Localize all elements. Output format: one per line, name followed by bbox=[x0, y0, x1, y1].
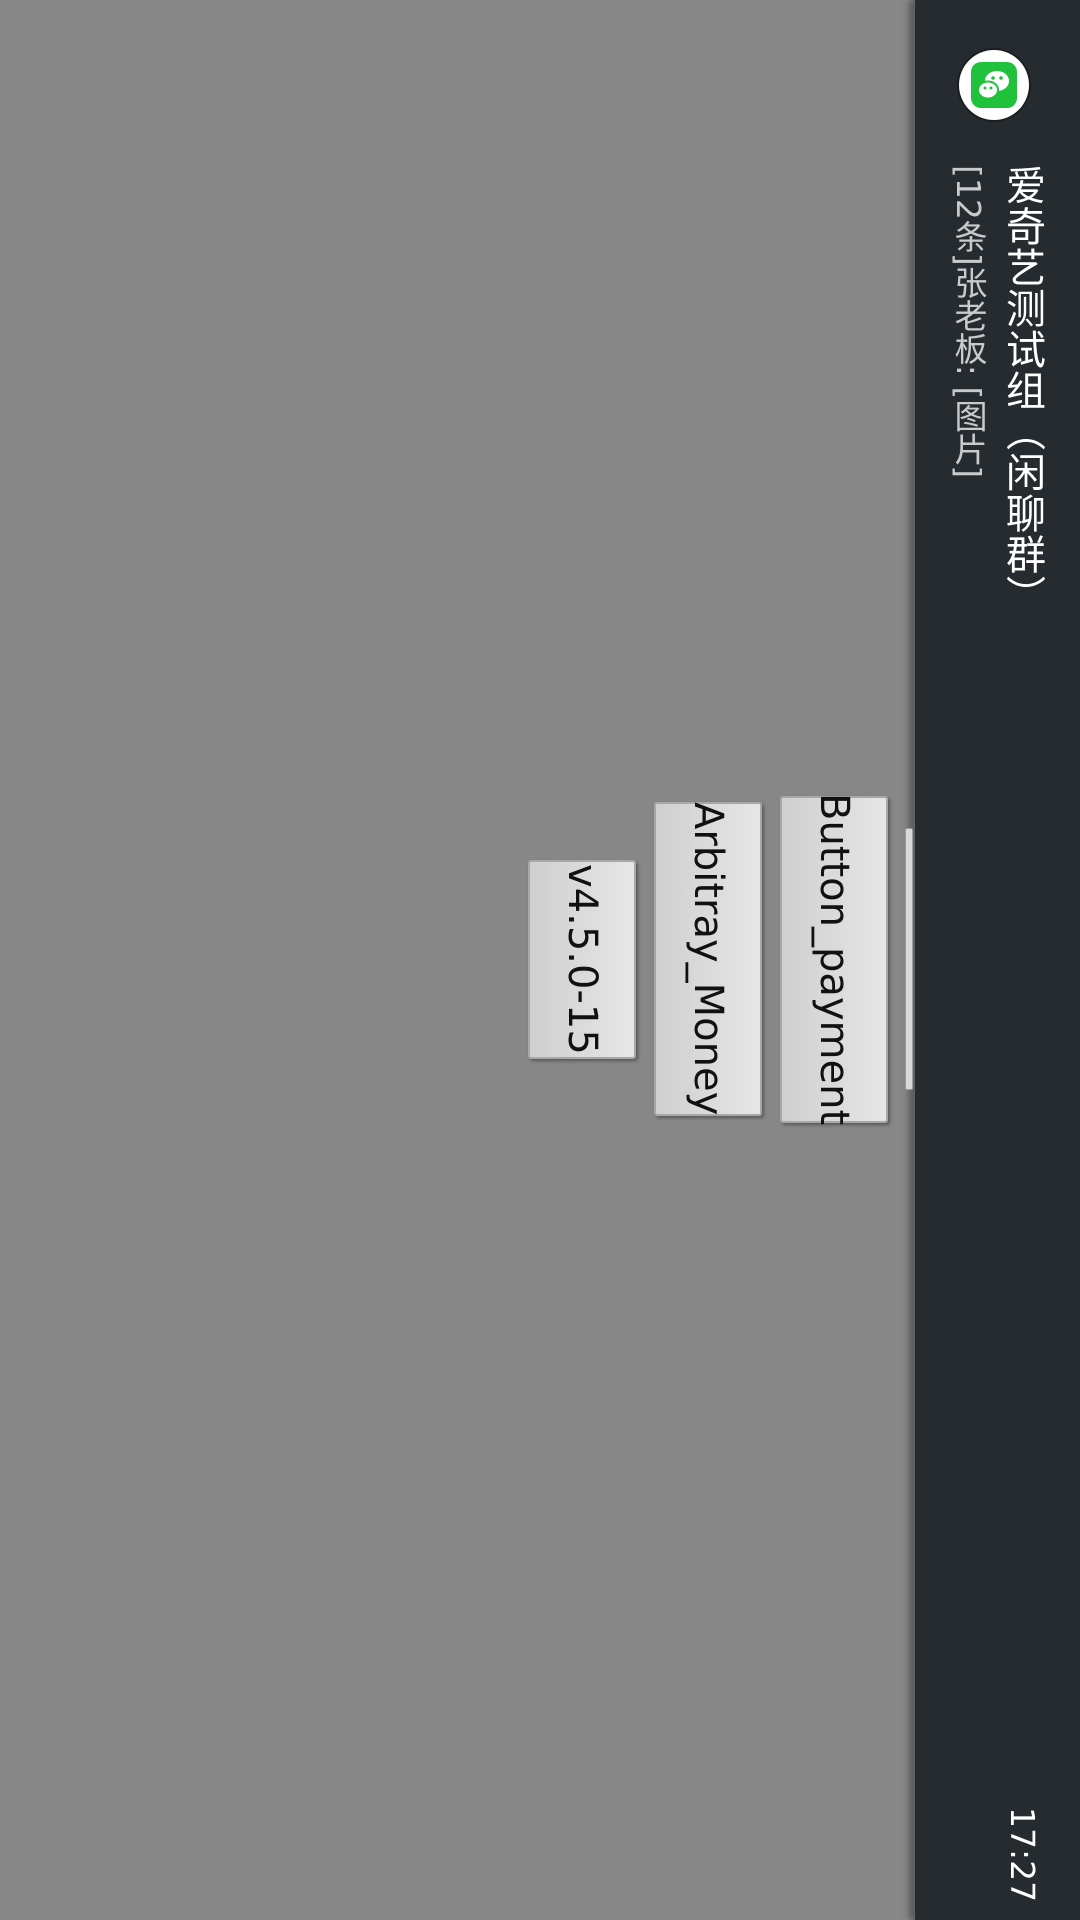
notification-title: 爱奇艺测试组（闲聊群） bbox=[999, 165, 1045, 616]
wechat-icon-badge bbox=[971, 62, 1017, 108]
button-payment-label: Button_payment bbox=[811, 793, 857, 1126]
chat-bubbles-icon bbox=[977, 71, 1009, 100]
hidden-button-edge[interactable] bbox=[905, 828, 913, 1090]
notification-panel[interactable] bbox=[913, 0, 1080, 1920]
notification-text: [12条]张老板: [图片] bbox=[949, 165, 988, 479]
version-button[interactable]: v4.5.0-15 bbox=[528, 860, 636, 1059]
button-payment[interactable]: Button_payment bbox=[780, 793, 888, 1126]
notification-time: 17:27 bbox=[1003, 1807, 1042, 1903]
app-screen: 爱奇艺测试组（闲聊群） [12条]张老板: [图片] 17:27 Button_… bbox=[0, 0, 1080, 1920]
panel-edge bbox=[913, 0, 915, 1920]
wechat-icon bbox=[959, 50, 1029, 120]
version-label: v4.5.0-15 bbox=[559, 864, 605, 1055]
arbitrary-money-label: Arbitray_Money bbox=[685, 802, 731, 1116]
arbitrary-money-button[interactable]: Arbitray_Money bbox=[654, 802, 762, 1116]
